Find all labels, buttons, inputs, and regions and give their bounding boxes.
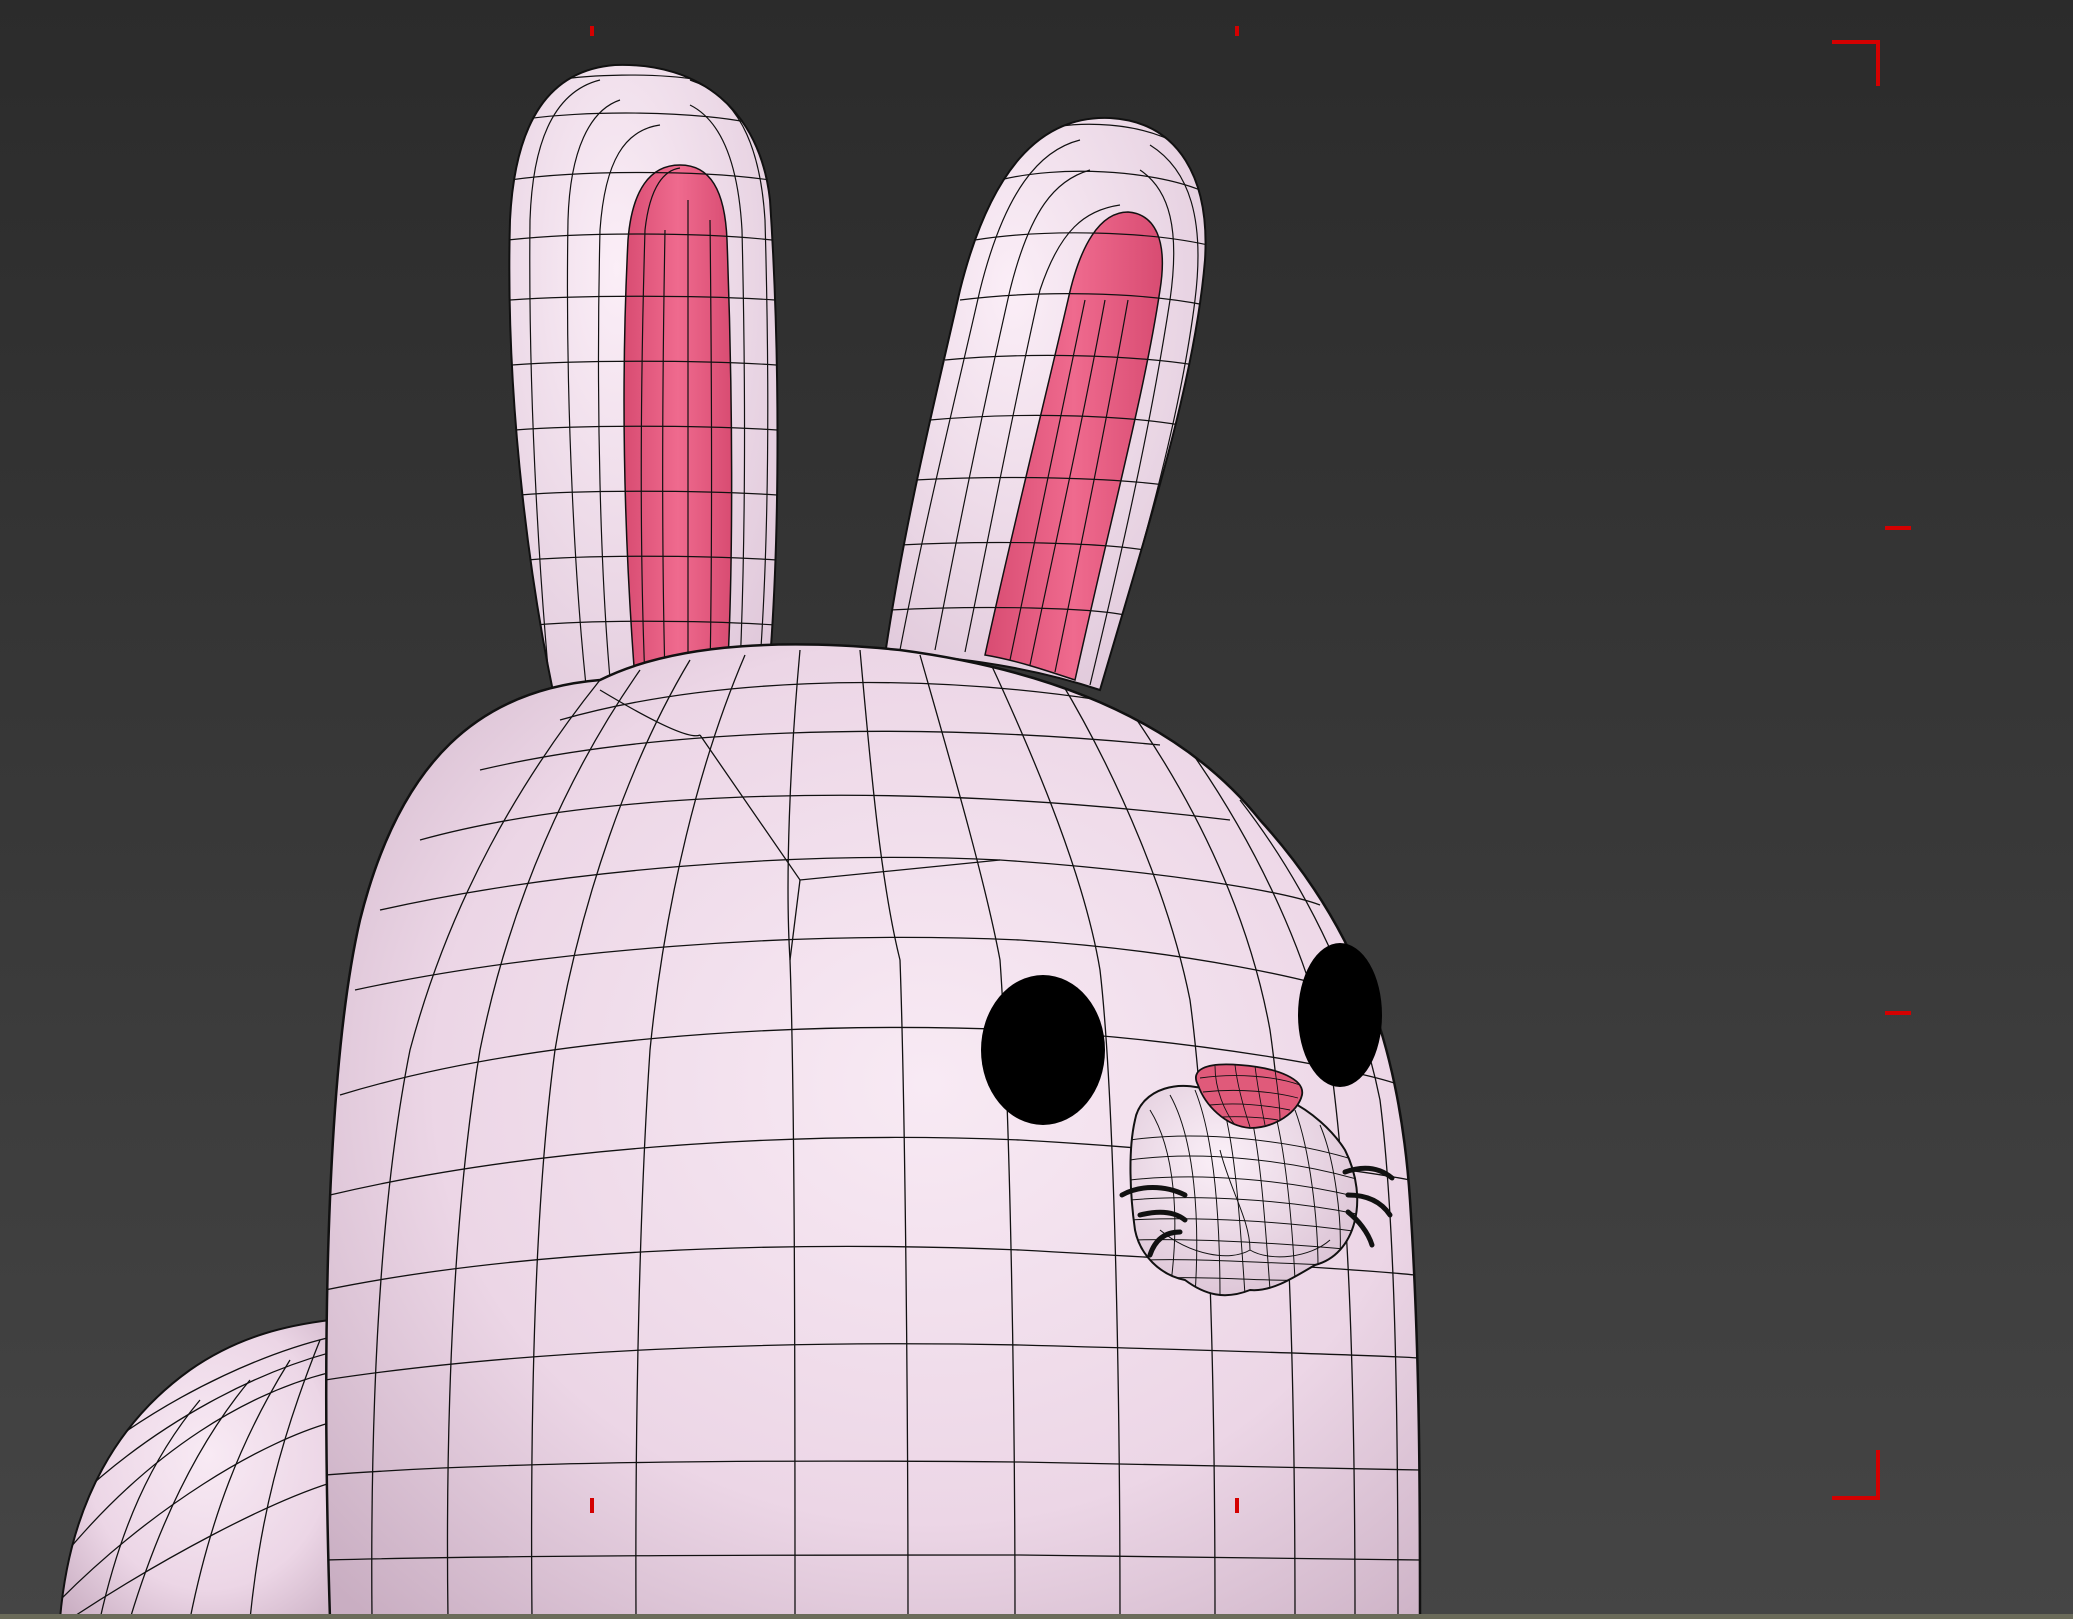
viewport-bottom-edge — [0, 1614, 2073, 1619]
left-ear-mesh[interactable] — [508, 63, 779, 747]
left-inner-ear — [623, 164, 733, 681]
viewport-canvas[interactable] — [0, 0, 2073, 1619]
right-eye[interactable] — [1298, 943, 1382, 1087]
left-eye[interactable] — [981, 975, 1105, 1125]
3d-viewport[interactable] — [0, 0, 2073, 1619]
